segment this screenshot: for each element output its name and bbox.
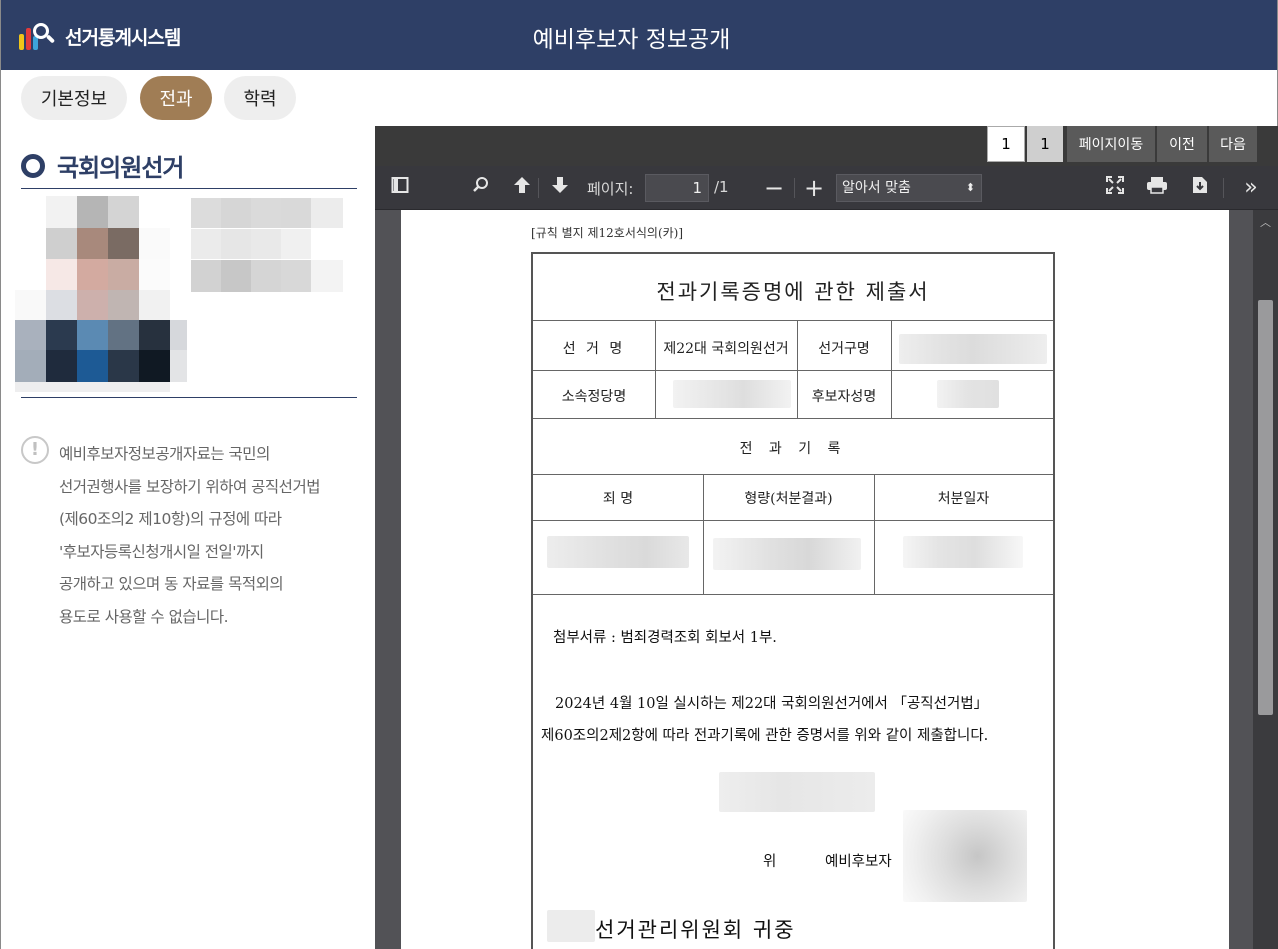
divider: [21, 188, 357, 189]
divider: [21, 397, 357, 398]
notice-line: 공개하고 있으며 동 자료를 목적외의: [59, 575, 284, 593]
redacted-crime: [547, 536, 689, 568]
arrow-up-icon[interactable]: [511, 176, 533, 200]
label-district: 선거구명: [818, 341, 870, 357]
scrollbar-thumb[interactable]: [1258, 300, 1273, 715]
prev-button[interactable]: 이전: [1157, 126, 1207, 162]
notice-line: '후보자등록신청개시일 전일'까지: [59, 542, 264, 561]
pdf-page: [규칙 별지 제12호서식의(카)] 전과기록증명에 관한 제출서 선 거 명 …: [401, 210, 1229, 949]
chevron-up-icon[interactable]: ︿: [1260, 214, 1271, 230]
page-total: /1: [714, 178, 729, 196]
sidebar-toggle-icon[interactable]: [389, 176, 411, 200]
current-page-input[interactable]: 1: [987, 126, 1025, 162]
total-pages: 1: [1027, 126, 1063, 162]
addressee: 선거관리위원회 귀중: [595, 918, 796, 942]
pdf-viewer: 1 1 페이지이동 이전 다음 페이지: 1 /1 − + 알아서 맞춤 ⬍ »…: [375, 126, 1278, 949]
tab-bar: 기본정보 전과 학력: [0, 70, 1278, 126]
candidate-photo: [15, 196, 187, 392]
submission-form: 전과기록증명에 관한 제출서 선 거 명 제22대 국회의원선거 선거구명 소속…: [531, 252, 1055, 949]
zoom-in-icon[interactable]: +: [803, 176, 825, 200]
label-candidate: 후보자성명: [811, 389, 877, 405]
pdf-toolbar: 페이지: 1 /1 − + 알아서 맞춤 ⬍ »: [375, 166, 1278, 210]
next-button[interactable]: 다음: [1209, 126, 1257, 162]
redacted-sentence: [713, 538, 861, 570]
arrow-down-icon[interactable]: [549, 176, 571, 200]
select-arrows-icon: ⬍: [965, 181, 975, 194]
redacted-district: [899, 334, 1047, 364]
candidate-panel: 국회의원선거 ! 예비후보자정보공개자료는 국민의 선거권행사를 보장하기 위하…: [0, 126, 375, 949]
attachment-note: 첨부서류 : 범죄경력조회 회보서 1부.: [553, 630, 777, 646]
statement-line-1: 2024년 4월 10일 실시하는 제22대 국회의원선거에서 「공직선거법」: [555, 696, 989, 712]
redacted-date-signed: [719, 772, 875, 812]
page-title: 예비후보자 정보공개: [532, 27, 731, 53]
page-navigation-bar: 1 1 페이지이동 이전 다음: [375, 126, 1278, 166]
go-to-page-button[interactable]: 페이지이동: [1067, 126, 1155, 162]
app-header: 선거통계시스템 예비후보자 정보공개: [0, 0, 1278, 70]
redacted-commission: [547, 910, 595, 942]
election-heading: 국회의원선거: [21, 148, 184, 183]
exclamation-icon: !: [21, 436, 49, 464]
signer-role: 예비후보자: [825, 854, 892, 870]
label-election: 선 거 명: [562, 341, 626, 357]
search-icon[interactable]: [470, 176, 492, 200]
circle-icon: [21, 153, 45, 178]
toolbar-separator: [538, 178, 539, 198]
redacted-candidate-name: [937, 380, 999, 408]
document-area[interactable]: [규칙 별지 제12호서식의(카)] 전과기록증명에 관한 제출서 선 거 명 …: [375, 210, 1253, 949]
form-caption: [규칙 별지 제12호서식의(카)]: [531, 226, 684, 240]
form-title: 전과기록증명에 관한 제출서: [656, 280, 930, 304]
election-name: 국회의원선거: [57, 154, 184, 182]
section-criminal-record: 전 과 기 록: [739, 441, 847, 457]
col-crime: 죄 명: [602, 491, 634, 507]
toolbar-separator: [794, 178, 795, 198]
signer-prefix: 위: [763, 854, 777, 870]
statement-line-2: 제60조의2제2항에 따라 전과기록에 관한 증명서를 위와 같이 제출합니다.: [541, 728, 989, 744]
label-party: 소속정당명: [561, 389, 627, 405]
value-election: 제22대 국회의원선거: [663, 341, 789, 357]
tab-basic-info[interactable]: 기본정보: [21, 76, 127, 120]
page-number-input[interactable]: 1: [645, 174, 709, 202]
notice-text: 예비후보자정보공개자료는 국민의 선거권행사를 보장하기 위하여 공직선거법 (…: [59, 438, 369, 633]
zoom-value: 알아서 맞춤: [842, 180, 911, 196]
download-icon[interactable]: [1189, 176, 1211, 200]
redacted-party: [673, 380, 791, 408]
notice-line: 예비후보자정보공개자료는 국민의: [59, 445, 270, 463]
zoom-out-icon[interactable]: −: [763, 176, 785, 200]
tab-education[interactable]: 학력: [224, 76, 296, 120]
page-label: 페이지:: [587, 180, 634, 198]
print-icon[interactable]: [1145, 176, 1169, 200]
toolbar-separator: [1223, 178, 1224, 198]
notice-line: (제60조의2 제10항)의 규정에 따라: [59, 510, 282, 528]
vertical-scrollbar[interactable]: ︿: [1253, 210, 1278, 949]
more-tools-icon[interactable]: »: [1239, 176, 1263, 200]
redacted-date: [903, 536, 1023, 568]
fullscreen-icon[interactable]: [1104, 176, 1126, 200]
candidate-info-redacted: [191, 198, 343, 294]
notice-line: 용도로 사용할 수 없습니다.: [59, 607, 229, 626]
col-date: 처분일자: [937, 491, 990, 507]
notice-line: 선거권행사를 보장하기 위하여 공직선거법: [59, 477, 320, 496]
col-sentence: 형량(처분결과): [744, 491, 833, 507]
redacted-signature: [903, 810, 1027, 902]
tab-criminal-record[interactable]: 전과: [140, 76, 212, 120]
zoom-select[interactable]: 알아서 맞춤 ⬍: [836, 174, 982, 202]
